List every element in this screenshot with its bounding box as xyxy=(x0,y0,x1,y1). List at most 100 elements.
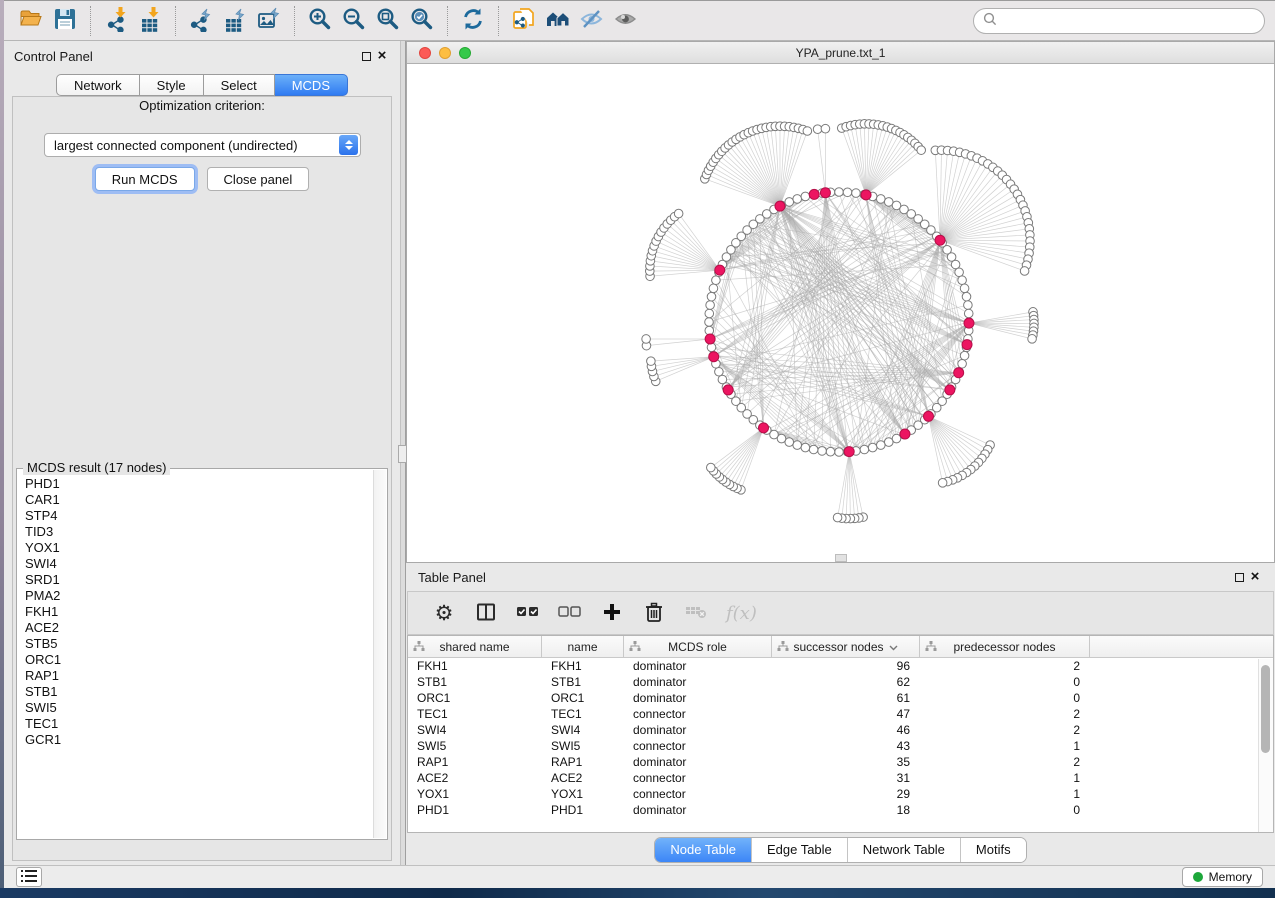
save-session-button[interactable] xyxy=(48,4,82,38)
mcds-result-item[interactable]: STP4 xyxy=(25,508,373,524)
delete-column-button[interactable] xyxy=(642,598,666,628)
column-header-name[interactable]: name xyxy=(542,636,624,657)
table-row[interactable]: RAP1RAP1dominator352 xyxy=(408,754,1273,770)
zoom-selected-button[interactable] xyxy=(405,4,439,38)
mcds-list-scrollbar[interactable] xyxy=(373,470,386,838)
task-history-button[interactable] xyxy=(16,867,42,887)
table-scrollbar[interactable] xyxy=(1258,659,1273,832)
mcds-result-item[interactable]: ORC1 xyxy=(25,652,373,668)
table-row[interactable]: ACE2ACE2connector311 xyxy=(408,770,1273,786)
gear-icon: ⚙ xyxy=(435,603,454,624)
cell-predecessor-nodes: 1 xyxy=(920,738,1090,754)
table-panel-header: Table Panel × xyxy=(406,563,1275,591)
import-network-button[interactable] xyxy=(99,4,133,38)
float-table-panel-button[interactable] xyxy=(1231,569,1247,585)
tab-network-table[interactable]: Network Table xyxy=(847,838,960,862)
table-mode-gear-button[interactable]: ⚙ xyxy=(432,598,456,628)
mcds-result-item[interactable]: TEC1 xyxy=(25,716,373,732)
import-table-button[interactable] xyxy=(133,4,167,38)
table-row[interactable]: YOX1YOX1connector291 xyxy=(408,786,1273,802)
tab-select[interactable]: Select xyxy=(204,74,275,96)
refresh-button[interactable] xyxy=(456,4,490,38)
column-header-MCDS-role[interactable]: MCDS role xyxy=(624,636,772,657)
open-file-button[interactable] xyxy=(14,4,48,38)
tab-motifs[interactable]: Motifs xyxy=(960,838,1026,862)
table-row[interactable]: SWI5SWI5connector431 xyxy=(408,738,1273,754)
run-mcds-button[interactable]: Run MCDS xyxy=(95,167,195,191)
mcds-result-list[interactable]: PHD1CAR1STP4TID3YOX1SWI4SRD1PMA2FKH1ACE2… xyxy=(18,470,373,838)
cell-shared-name: RAP1 xyxy=(408,754,542,770)
mcds-result-item[interactable]: STB5 xyxy=(25,636,373,652)
mcds-result-item[interactable]: STB1 xyxy=(25,684,373,700)
export-image-icon xyxy=(256,6,282,35)
column-header-predecessor-nodes[interactable]: predecessor nodes xyxy=(920,636,1090,657)
mcds-result-item[interactable]: SWI5 xyxy=(25,700,373,716)
toolbar-separator xyxy=(447,6,448,36)
cell-predecessor-nodes: 2 xyxy=(920,706,1090,722)
close-panel-button[interactable]: × xyxy=(374,48,390,64)
table-row[interactable]: FKH1FKH1dominator962 xyxy=(408,658,1273,674)
export-table-button[interactable] xyxy=(218,4,252,38)
cell-MCDS-role: connector xyxy=(624,786,772,802)
table-row[interactable]: ORC1ORC1dominator610 xyxy=(408,690,1273,706)
tab-node-table[interactable]: Node Table xyxy=(655,838,751,862)
zoom-in-button[interactable] xyxy=(303,4,337,38)
cell-successor-nodes: 31 xyxy=(772,770,920,786)
save-session-icon xyxy=(52,6,78,35)
criterion-dropdown[interactable]: largest connected component (undirected) xyxy=(44,133,361,157)
cell-shared-name: ACE2 xyxy=(408,770,542,786)
control-panel-header: Control Panel × xyxy=(4,41,400,71)
network-graph[interactable] xyxy=(407,64,1274,562)
mcds-result-item[interactable]: SRD1 xyxy=(25,572,373,588)
mcds-result-item[interactable]: PMA2 xyxy=(25,588,373,604)
network-title: YPA_prune.txt_1 xyxy=(407,46,1274,60)
cell-name: PHD1 xyxy=(542,802,624,818)
mcds-result-item[interactable]: YOX1 xyxy=(25,540,373,556)
copy-network-button[interactable] xyxy=(507,4,541,38)
tab-mcds[interactable]: MCDS xyxy=(275,74,348,96)
table-row[interactable]: STB1STB1dominator620 xyxy=(408,674,1273,690)
table-scrollbar-thumb[interactable] xyxy=(1261,665,1270,753)
column-header-shared-name[interactable]: shared name xyxy=(408,636,542,657)
table-row[interactable]: TEC1TEC1connector472 xyxy=(408,706,1273,722)
export-network-button[interactable] xyxy=(184,4,218,38)
memory-button[interactable]: Memory xyxy=(1182,867,1263,887)
cell-name: ACE2 xyxy=(542,770,624,786)
mcds-result-item[interactable]: ACE2 xyxy=(25,620,373,636)
tab-edge-table[interactable]: Edge Table xyxy=(751,838,847,862)
column-header-successor-nodes[interactable]: successor nodes xyxy=(772,636,920,657)
show-all-button[interactable] xyxy=(609,4,643,38)
cell-MCDS-role: dominator xyxy=(624,754,772,770)
mcds-result-item[interactable]: CAR1 xyxy=(25,492,373,508)
table-row[interactable]: PHD1PHD1dominator180 xyxy=(408,802,1273,818)
cell-MCDS-role: dominator xyxy=(624,658,772,674)
delete-column-icon xyxy=(645,602,663,625)
mcds-result-item[interactable]: SWI4 xyxy=(25,556,373,572)
zoom-out-button[interactable] xyxy=(337,4,371,38)
tab-network[interactable]: Network xyxy=(56,74,140,96)
right-column: YPA_prune.txt_1 Table Panel xyxy=(406,41,1275,866)
search-box[interactable] xyxy=(973,8,1265,34)
export-image-button[interactable] xyxy=(252,4,286,38)
mcds-result-item[interactable]: FKH1 xyxy=(25,604,373,620)
mcds-result-item[interactable]: RAP1 xyxy=(25,668,373,684)
first-neighbors-button[interactable] xyxy=(541,4,575,38)
mcds-result-item[interactable]: PHD1 xyxy=(25,476,373,492)
show-columns-button[interactable] xyxy=(474,598,498,628)
mcds-result-item[interactable]: TID3 xyxy=(25,524,373,540)
zoom-fit-button[interactable] xyxy=(371,4,405,38)
close-mcds-panel-button[interactable]: Close panel xyxy=(207,167,310,191)
deselect-all-button[interactable] xyxy=(558,598,582,628)
add-column-button[interactable] xyxy=(600,598,624,628)
float-panel-button[interactable] xyxy=(358,48,374,64)
deselect-all-icon xyxy=(558,602,582,625)
close-table-panel-button[interactable]: × xyxy=(1247,569,1263,585)
network-canvas[interactable] xyxy=(407,64,1274,562)
table-row[interactable]: SWI4SWI4dominator462 xyxy=(408,722,1273,738)
hide-selected-button[interactable] xyxy=(575,4,609,38)
search-input[interactable] xyxy=(1003,14,1255,29)
tab-style[interactable]: Style xyxy=(140,74,204,96)
mcds-result-item[interactable]: GCR1 xyxy=(25,732,373,748)
canvas-splitter-handle[interactable] xyxy=(835,554,847,562)
select-all-button[interactable] xyxy=(516,598,540,628)
